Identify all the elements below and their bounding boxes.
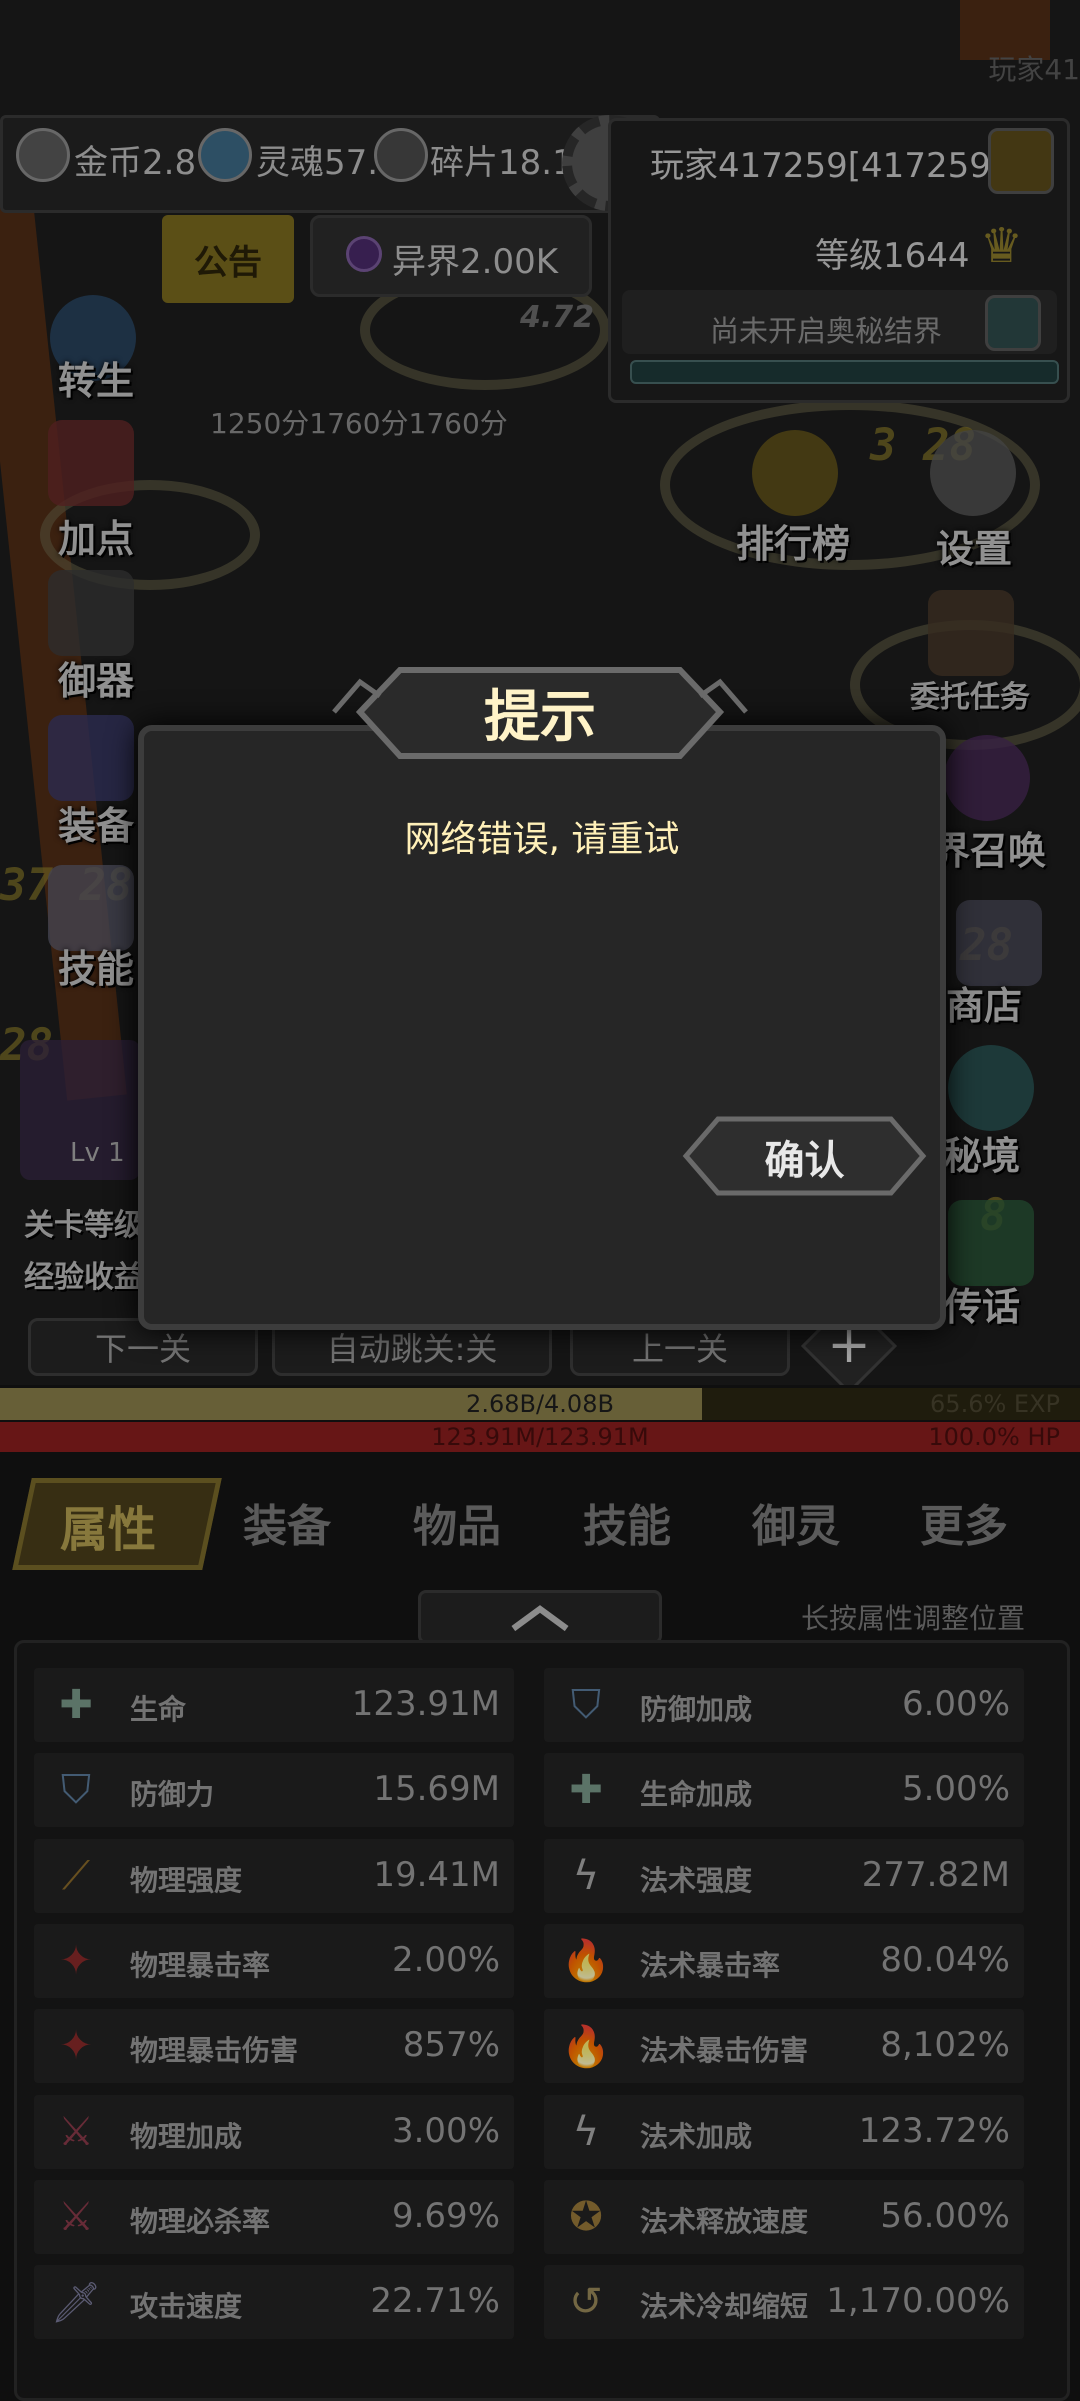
dialog-message: 网络错误, 请重试 xyxy=(404,819,680,860)
confirm-button-label[interactable]: 确认 xyxy=(682,1128,927,1186)
dialog-title: 提示 xyxy=(484,685,596,750)
